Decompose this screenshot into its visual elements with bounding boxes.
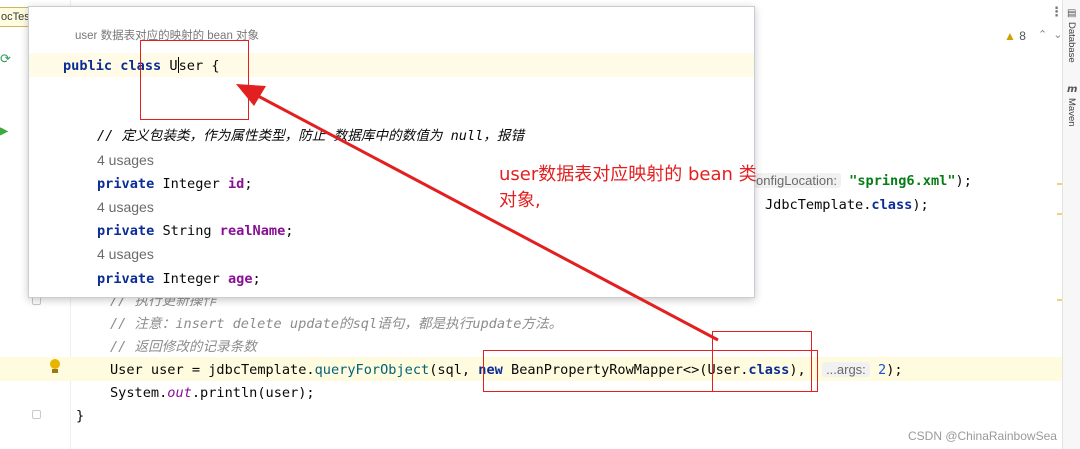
annotation-arrow — [236, 84, 719, 342]
annotation-note: user数据表对应映射的 bean 类对象, — [499, 164, 757, 211]
watermark: CSDN @ChinaRainbowSea — [908, 429, 1057, 443]
